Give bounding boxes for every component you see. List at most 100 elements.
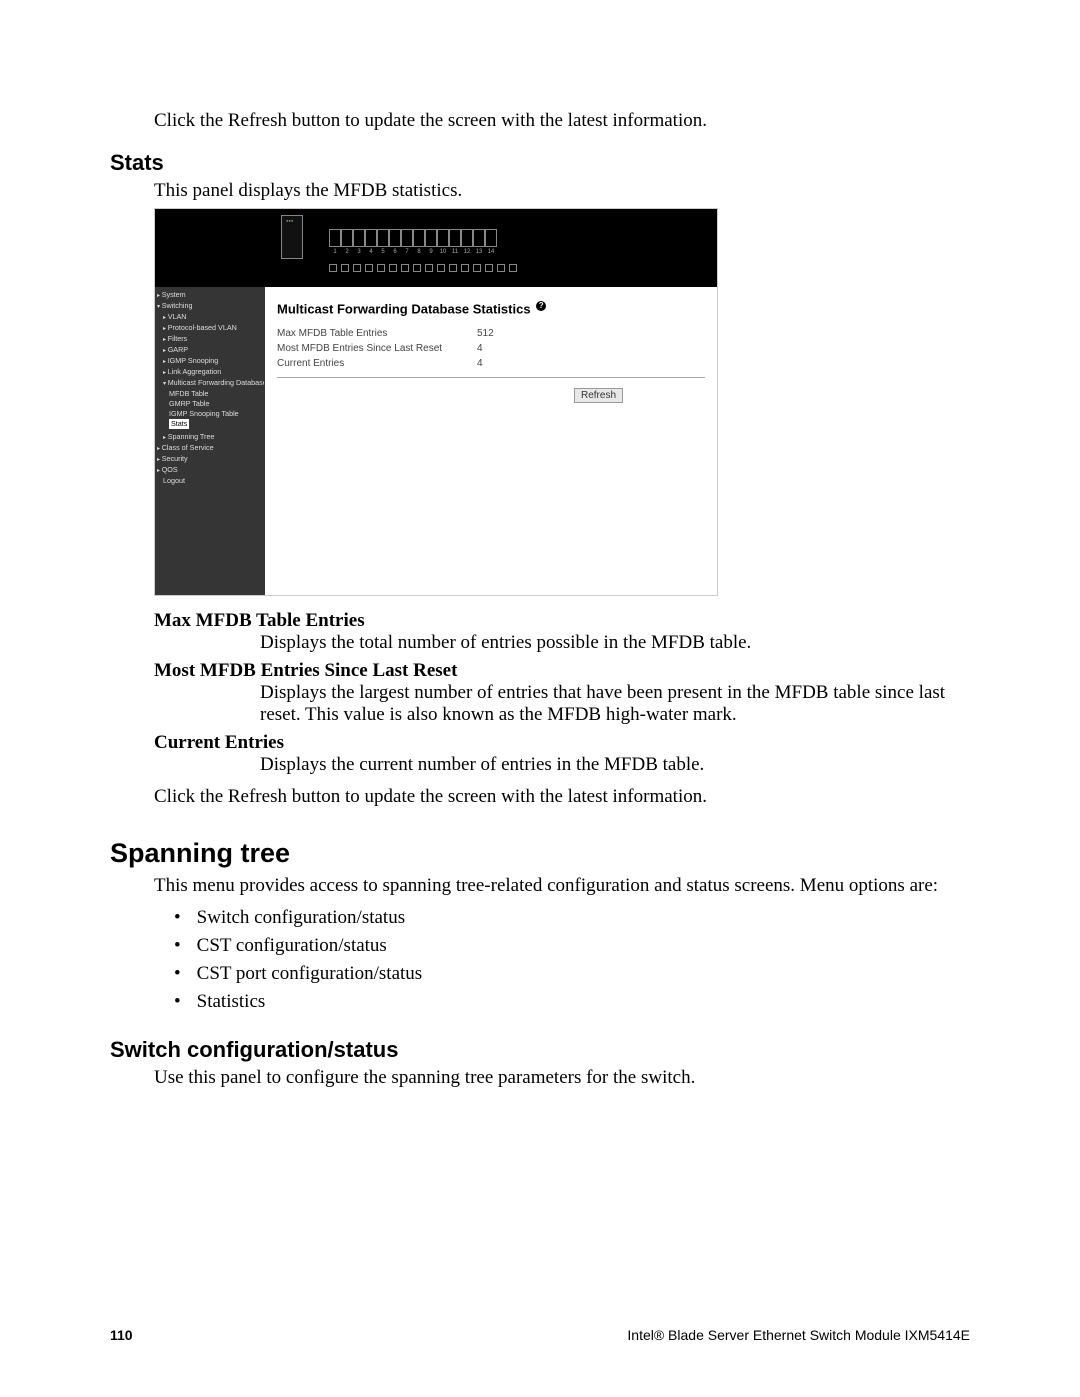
nav-garp[interactable]: GARP <box>157 345 264 356</box>
port-icon[interactable] <box>413 229 425 247</box>
led-icon <box>437 264 445 272</box>
click-refresh-note: Click the Refresh button to update the s… <box>154 786 970 808</box>
nav-gmrp-table[interactable]: GMRP Table <box>157 399 264 409</box>
stat-value: 4 <box>477 356 617 371</box>
stat-value: 4 <box>477 341 617 356</box>
nav-stats[interactable]: Stats <box>169 419 189 429</box>
stats-desc: This panel displays the MFDB statistics. <box>154 180 970 202</box>
switch-config-desc: Use this panel to configure the spanning… <box>154 1067 970 1089</box>
nav-mfdb[interactable]: Multicast Forwarding Database <box>157 378 264 389</box>
port-icon[interactable] <box>353 229 365 247</box>
content-title-text: Multicast Forwarding Database Statistics <box>277 301 531 316</box>
led-icon <box>425 264 433 272</box>
nav-protocol-vlan[interactable]: Protocol-based VLAN <box>157 323 264 334</box>
port-icon[interactable] <box>377 229 389 247</box>
nav-security[interactable]: Security <box>157 454 264 465</box>
nav-igmp[interactable]: IGMP Snooping <box>157 356 264 367</box>
def-desc: Displays the largest number of entries t… <box>260 682 970 726</box>
led-icon <box>365 264 373 272</box>
port-icon[interactable] <box>389 229 401 247</box>
nav-filters[interactable]: Filters <box>157 334 264 345</box>
port-icon[interactable] <box>473 229 485 247</box>
switch-config-heading: Switch configuration/status <box>110 1037 970 1063</box>
def-term: Current Entries <box>154 732 970 754</box>
stats-heading: Stats <box>110 150 970 176</box>
mfdb-stats-panel: 1234567891011121314 System Switching VLA… <box>154 208 718 596</box>
led-icon <box>485 264 493 272</box>
stat-label: Max MFDB Table Entries <box>277 326 477 341</box>
port-number: 10 <box>437 247 449 257</box>
nav-logout[interactable]: Logout <box>157 476 264 486</box>
led-icon <box>329 264 337 272</box>
port-number: 8 <box>413 247 425 257</box>
intro-text: Click the Refresh button to update the s… <box>154 110 970 132</box>
nav-mfdb-table[interactable]: MFDB Table <box>157 389 264 399</box>
nav-igmp-snoop-table[interactable]: IGMP Snooping Table <box>157 409 264 419</box>
stats-table: Max MFDB Table Entries 512 Most MFDB Ent… <box>277 326 617 371</box>
table-row: Current Entries 4 <box>277 356 617 371</box>
port-number: 2 <box>341 247 353 257</box>
refresh-button[interactable]: Refresh <box>574 388 623 403</box>
page-number: 110 <box>110 1327 133 1343</box>
port-icon[interactable] <box>437 229 449 247</box>
spanning-tree-heading: Spanning tree <box>110 838 970 869</box>
nav-link-agg[interactable]: Link Aggregation <box>157 367 264 378</box>
port-number: 13 <box>473 247 485 257</box>
port-number: 1 <box>329 247 341 257</box>
spanning-tree-desc: This menu provides access to spanning tr… <box>154 875 970 897</box>
port-icon[interactable] <box>485 229 497 247</box>
table-row: Max MFDB Table Entries 512 <box>277 326 617 341</box>
nav-spanning-tree[interactable]: Spanning Tree <box>157 432 264 443</box>
port-number: 11 <box>449 247 461 257</box>
stat-label: Current Entries <box>277 356 477 371</box>
led-icon <box>509 264 517 272</box>
device-banner: 1234567891011121314 <box>155 209 717 287</box>
led-icon <box>497 264 505 272</box>
nav-qos[interactable]: QOS <box>157 465 264 476</box>
port-number: 6 <box>389 247 401 257</box>
port-icon[interactable] <box>329 229 341 247</box>
nav-cos[interactable]: Class of Service <box>157 443 264 454</box>
led-icon <box>413 264 421 272</box>
port-number: 5 <box>377 247 389 257</box>
led-icon <box>473 264 481 272</box>
port-row: 1234567891011121314 <box>329 229 497 257</box>
nav-vlan[interactable]: VLAN <box>157 312 264 323</box>
def-term: Max MFDB Table Entries <box>154 610 970 632</box>
page-footer: 110 Intel® Blade Server Ethernet Switch … <box>110 1327 970 1343</box>
led-row <box>329 264 521 272</box>
port-icon[interactable] <box>365 229 377 247</box>
port-number: 7 <box>401 247 413 257</box>
led-icon <box>461 264 469 272</box>
led-icon <box>353 264 361 272</box>
list-item: CST port configuration/status <box>174 963 970 985</box>
port-number: 12 <box>461 247 473 257</box>
def-term: Most MFDB Entries Since Last Reset <box>154 660 970 682</box>
stat-value: 512 <box>477 326 617 341</box>
nav-switching[interactable]: Switching <box>157 301 264 312</box>
led-icon <box>341 264 349 272</box>
port-number: 9 <box>425 247 437 257</box>
port-icon[interactable] <box>425 229 437 247</box>
led-icon <box>389 264 397 272</box>
nav-system[interactable]: System <box>157 290 264 301</box>
list-item: Statistics <box>174 991 970 1013</box>
nav-tree: System Switching VLAN Protocol-based VLA… <box>155 287 265 595</box>
stat-label: Most MFDB Entries Since Last Reset <box>277 341 477 356</box>
content-title: Multicast Forwarding Database Statistics… <box>277 301 705 316</box>
list-item: CST configuration/status <box>174 935 970 957</box>
table-row: Most MFDB Entries Since Last Reset 4 <box>277 341 617 356</box>
port-icon[interactable] <box>341 229 353 247</box>
definitions: Max MFDB Table Entries Displays the tota… <box>154 610 970 776</box>
def-desc: Displays the total number of entries pos… <box>260 632 970 654</box>
list-item: Switch configuration/status <box>174 907 970 929</box>
port-number: 3 <box>353 247 365 257</box>
help-icon[interactable]: ? <box>536 301 546 311</box>
def-desc: Displays the current number of entries i… <box>260 754 970 776</box>
port-icon[interactable] <box>461 229 473 247</box>
led-icon <box>401 264 409 272</box>
port-icon[interactable] <box>449 229 461 247</box>
footer-title: Intel® Blade Server Ethernet Switch Modu… <box>627 1327 970 1343</box>
led-icon <box>377 264 385 272</box>
port-icon[interactable] <box>401 229 413 247</box>
